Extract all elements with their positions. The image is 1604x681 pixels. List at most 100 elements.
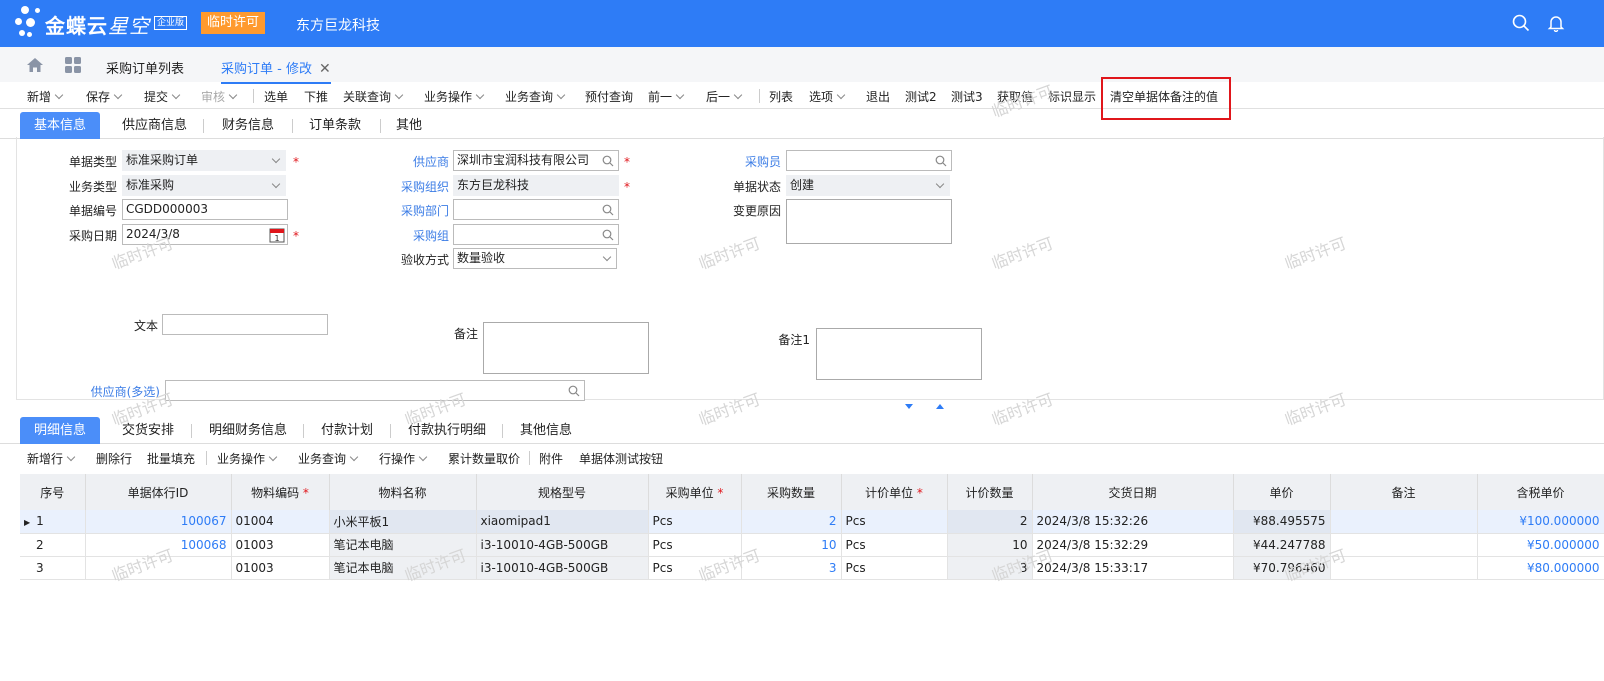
org-name[interactable]: 东方巨龙科技 [296,15,380,35]
entry-tab-bar: 明细信息 交货安排 明细财务信息 付款计划 付款执行明细 其他信息 [0,417,1604,444]
tab-payment-exec[interactable]: 付款执行明细 [394,417,500,444]
search-icon[interactable] [1512,14,1530,32]
col-delivery-date[interactable]: 交货日期 [1032,474,1234,510]
tab-detail-info[interactable]: 明细信息 [20,417,101,444]
col-qty[interactable]: 采购数量 [741,474,842,510]
row-ops-button[interactable]: 行操作 [379,450,428,467]
head-tab-bar: 基本信息 供应商信息 财务信息 订单条款 其他 [0,112,1604,139]
tab-payment-plan[interactable]: 付款计划 [307,417,387,444]
multi-supplier-label[interactable]: 供应商(多选) [80,383,160,400]
text-input[interactable] [162,314,328,335]
get-value-button[interactable]: 获取值 [997,88,1033,105]
business-query-button[interactable]: 业务查询 [505,88,566,105]
chevron-down-icon [66,452,76,462]
tab-delivery-schedule[interactable]: 交货安排 [108,417,188,444]
tab-other[interactable]: 其他 [382,112,436,139]
next-button[interactable]: 后一 [706,88,743,105]
audit-button[interactable]: 审核 [201,88,238,105]
entry-test-button[interactable]: 单据体测试按钮 [579,450,663,467]
chevron-down-icon [394,90,404,100]
col-spec[interactable]: 规格型号 [476,474,649,510]
apps-icon[interactable] [65,57,81,73]
search-icon[interactable] [935,155,947,167]
buyer-input[interactable] [786,150,952,171]
search-icon[interactable] [602,155,614,167]
chevron-down-icon [733,90,743,100]
remark1-label: 备注1 [778,333,810,347]
buyer-label[interactable]: 采购员 [720,153,781,170]
tab-other-info[interactable]: 其他信息 [506,417,586,444]
col-row-id[interactable]: 单据体行ID [85,474,232,510]
save-button[interactable]: 保存 [86,88,123,105]
business-ops-button[interactable]: 业务操作 [424,88,485,105]
submit-button[interactable]: 提交 [144,88,181,105]
calendar-icon[interactable]: 1 [269,227,285,243]
bill-type-select[interactable]: 标准采购订单 [122,150,286,171]
purchase-org-field: 东方巨龙科技 [453,175,619,196]
col-material-code[interactable]: 物料编码 * [231,474,330,510]
cumulative-price-button[interactable]: 累计数量取价 [448,450,520,467]
supplier-label[interactable]: 供应商 [390,153,449,170]
new-button[interactable]: 新增 [27,88,64,105]
tab-purchase-order-list[interactable]: 采购订单列表 [106,58,184,77]
flag-display-button[interactable]: 标识显示 [1048,88,1096,105]
entry-business-ops-button[interactable]: 业务操作 [217,450,278,467]
delete-row-button[interactable]: 删除行 [96,450,132,467]
col-seq[interactable]: 序号 [20,474,86,510]
entry-business-query-button[interactable]: 业务查询 [298,450,359,467]
list-button[interactable]: 列表 [769,88,793,105]
new-row-button[interactable]: 新增行 [27,450,76,467]
home-icon[interactable] [26,57,44,73]
table-row[interactable]: ▶ 1 100067 01004 小米平板1 xiaomipad1 Pcs 2 P… [20,510,1604,534]
purchase-dept-label[interactable]: 采购部门 [390,202,449,219]
tab-finance-info[interactable]: 财务信息 [208,112,288,139]
push-down-button[interactable]: 下推 [304,88,328,105]
tab-detail-finance[interactable]: 明细财务信息 [195,417,301,444]
supplier-input[interactable]: 深圳市宝润科技有限公司 [453,150,619,171]
select-bill-button[interactable]: 选单 [264,88,288,105]
search-icon[interactable] [602,204,614,216]
col-price-unit[interactable]: 计价单位 * [841,474,948,510]
attachment-button[interactable]: 附件 [539,450,563,467]
remark-textarea[interactable] [483,322,649,374]
test2-button[interactable]: 测试2 [905,88,937,105]
prepay-query-button[interactable]: 预付查询 [585,88,633,105]
col-remark[interactable]: 备注 [1330,474,1478,510]
tab-purchase-order-edit[interactable]: 采购订单 - 修改 ✕ [221,58,331,84]
change-reason-textarea[interactable] [786,199,952,244]
tab-basic-info[interactable]: 基本信息 [20,112,101,139]
purchase-group-input[interactable] [453,224,619,245]
exit-button[interactable]: 退出 [866,88,890,105]
table-row[interactable]: 3 01003 笔记本电脑 i3-10010-4GB-500GB Pcs 3 P… [20,556,1604,580]
date-input[interactable]: 2024/3/8 1 [122,224,288,245]
batch-fill-button[interactable]: 批量填充 [147,450,195,467]
purchase-org-label[interactable]: 采购组织 [390,178,449,195]
col-price[interactable]: 单价 [1233,474,1331,510]
test3-button[interactable]: 测试3 [951,88,983,105]
col-price-qty[interactable]: 计价数量 [947,474,1033,510]
col-unit[interactable]: 采购单位 * [648,474,742,510]
biz-type-select[interactable]: 标准采购 [122,175,286,196]
remark1-textarea[interactable] [816,328,982,380]
table-row[interactable]: 2 100068 01003 笔记本电脑 i3-10010-4GB-500GB … [20,533,1604,557]
collapse-down-icon[interactable] [905,404,913,409]
accept-method-select[interactable]: 数量验收 [453,248,617,269]
search-icon[interactable] [602,229,614,241]
purchase-dept-input[interactable] [453,199,619,220]
collapse-up-icon[interactable] [936,404,944,409]
col-tax-price[interactable]: 含税单价 [1477,474,1604,510]
tab-order-terms[interactable]: 订单条款 [295,112,375,139]
purchase-group-label[interactable]: 采购组 [390,227,449,244]
temp-license-button[interactable]: 临时许可 [201,12,266,34]
related-query-button[interactable]: 关联查询 [343,88,404,105]
previous-button[interactable]: 前一 [648,88,685,105]
multi-supplier-input[interactable] [165,380,585,401]
bill-no-input[interactable]: CGDD000003 [122,199,288,220]
bell-icon[interactable] [1547,14,1565,32]
kingdee-logo-icon [15,6,45,42]
search-icon[interactable] [568,385,580,397]
close-icon[interactable]: ✕ [319,61,331,77]
col-material-name[interactable]: 物料名称 [329,474,477,510]
options-button[interactable]: 选项 [809,88,846,105]
tab-supplier-info[interactable]: 供应商信息 [108,112,201,139]
